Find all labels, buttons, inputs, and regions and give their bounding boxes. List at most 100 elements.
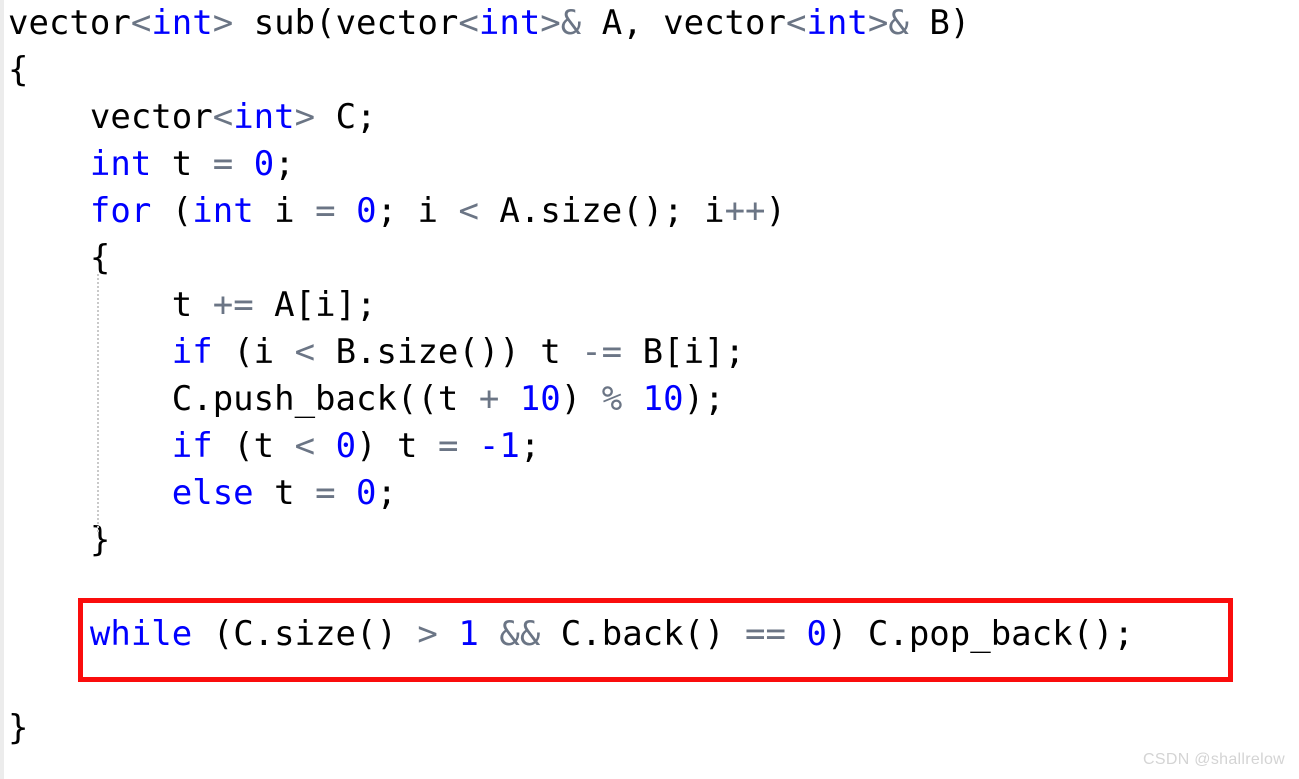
code-token: t: [253, 473, 316, 513]
code-token: );: [683, 379, 725, 419]
code-token: ): [765, 191, 787, 231]
code-token: vector: [89, 97, 213, 137]
code-token: -1: [478, 426, 520, 466]
code-token: int: [233, 97, 295, 137]
code-token: if: [171, 332, 213, 372]
code-token: &: [888, 3, 909, 43]
code-line: else t = 0;: [0, 470, 1299, 517]
code-token: sub(vector: [233, 3, 459, 43]
code-line: }: [0, 517, 1299, 564]
code-block[interactable]: vector<int> sub(vector<int>& A, vector<i…: [0, 0, 1299, 752]
code-token: int: [192, 191, 254, 231]
code-token: <: [212, 97, 234, 137]
code-token: <: [294, 332, 316, 372]
code-line: int t = 0;: [0, 141, 1299, 188]
code-line: t += A[i];: [0, 282, 1299, 329]
code-token: <: [458, 3, 479, 43]
code-token: =: [437, 426, 459, 466]
code-token: B.size()) t: [315, 332, 582, 372]
code-screenshot: vector<int> sub(vector<int>& A, vector<i…: [0, 0, 1299, 779]
code-token: 0: [806, 614, 827, 654]
code-token: }: [8, 708, 29, 748]
code-token: A, vector: [581, 3, 786, 43]
code-token: <: [294, 426, 316, 466]
code-token: else: [171, 473, 254, 513]
code-token: =: [212, 144, 234, 184]
code-token: while: [89, 614, 193, 654]
code-token: C;: [315, 97, 377, 137]
code-token: ;: [274, 144, 295, 184]
code-token: +: [478, 379, 500, 419]
code-line: if (t < 0) t = -1;: [0, 423, 1299, 470]
code-token: 1: [458, 614, 479, 654]
code-token: C.push_back((t: [171, 379, 479, 419]
code-token: (: [151, 191, 193, 231]
code-token: ; i: [376, 191, 459, 231]
code-token: 10: [519, 379, 561, 419]
code-token: t: [171, 285, 213, 325]
code-token: i: [253, 191, 316, 231]
code-token: <: [130, 3, 152, 43]
code-token: }: [89, 520, 111, 560]
code-token: int: [151, 3, 213, 43]
code-token: ;: [376, 473, 398, 513]
code-token: =: [315, 191, 336, 231]
code-token: (t: [212, 426, 295, 466]
code-token: (i: [212, 332, 295, 372]
code-token: (C.size(): [192, 614, 418, 654]
code-token: >: [212, 3, 234, 43]
code-token: ==: [745, 614, 786, 654]
code-token: A[i];: [253, 285, 377, 325]
code-token: >: [417, 614, 438, 654]
code-line: {: [0, 235, 1299, 282]
code-token: vector: [8, 3, 131, 43]
code-token: 10: [642, 379, 684, 419]
code-token: &&: [499, 614, 541, 654]
code-line: {: [0, 47, 1299, 94]
code-token: >: [867, 3, 889, 43]
code-line: vector<int> C;: [0, 94, 1299, 141]
code-token: >: [540, 3, 561, 43]
code-token: +=: [212, 285, 254, 325]
code-token: 0: [356, 191, 377, 231]
code-token: C.back(): [540, 614, 746, 654]
indent-guide-line: [97, 274, 99, 532]
code-token: int: [89, 144, 152, 184]
code-line: C.push_back((t + 10) % 10);: [0, 376, 1299, 423]
code-line: if (i < B.size()) t -= B[i];: [0, 329, 1299, 376]
code-token: %: [601, 379, 623, 419]
code-token: int: [478, 3, 541, 43]
code-token: -=: [581, 332, 623, 372]
code-token: ++: [724, 191, 766, 231]
code-token: <: [785, 3, 807, 43]
code-token: =: [315, 473, 336, 513]
code-token: if: [171, 426, 213, 466]
code-token: 0: [356, 473, 377, 513]
watermark-text: CSDN @shallrelow: [1143, 751, 1285, 768]
code-line: for (int i = 0; i < A.size(); i++): [0, 188, 1299, 235]
code-line: while (C.size() > 1 && C.back() == 0) C.…: [0, 611, 1299, 658]
code-token: ) C.pop_back();: [826, 614, 1134, 654]
code-token: B[i];: [622, 332, 745, 372]
code-token: for: [89, 191, 152, 231]
code-token: ;: [519, 426, 541, 466]
code-line: }: [0, 705, 1299, 752]
code-line: vector<int> sub(vector<int>& A, vector<i…: [0, 0, 1299, 47]
code-token: 0: [253, 144, 275, 184]
code-token: t: [151, 144, 213, 184]
code-token: ): [560, 379, 602, 419]
code-token: 0: [335, 426, 357, 466]
code-token: {: [8, 50, 29, 90]
code-token: int: [806, 3, 868, 43]
code-token: &: [560, 3, 582, 43]
